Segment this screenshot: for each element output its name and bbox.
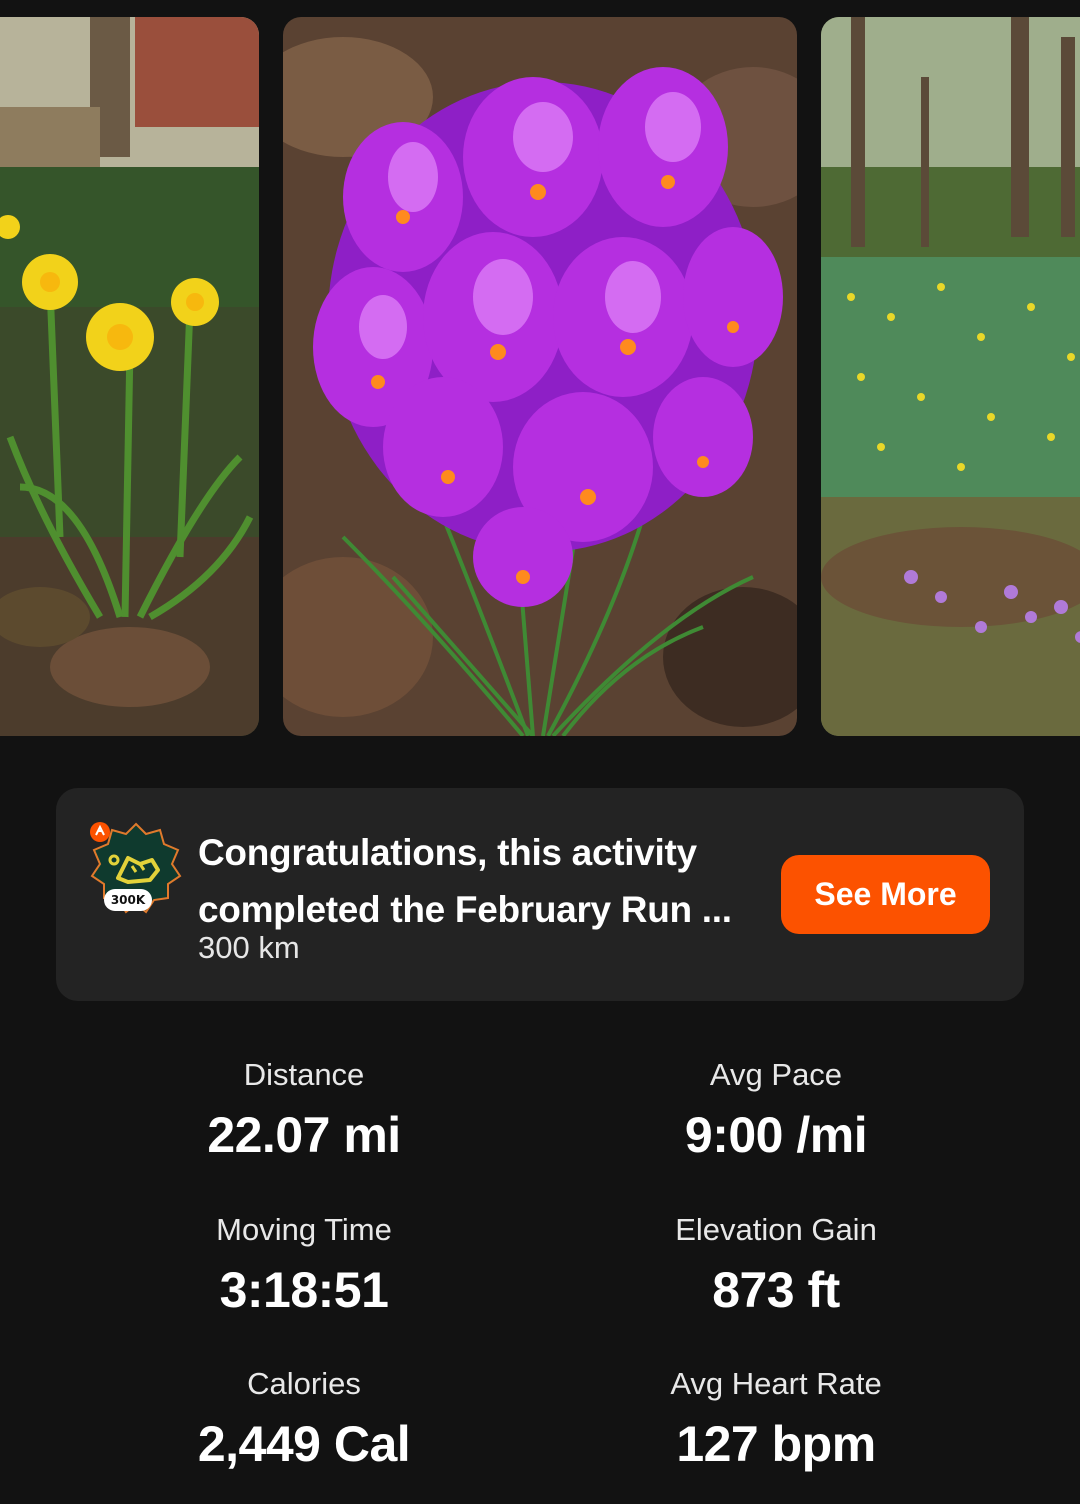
see-more-button[interactable]: See More [781,855,990,934]
stat-distance: Distance 22.07 mi [69,1040,539,1160]
stat-value: 2,449 Cal [197,1416,411,1472]
challenge-distance: 300 km [198,930,300,965]
activity-photo-daffodils[interactable] [0,17,259,736]
stat-label: Avg Heart Rate [670,1366,882,1401]
stat-value: 127 bpm [676,1416,876,1472]
stat-value: 873 ft [712,1262,840,1318]
stat-moving-time: Moving Time 3:18:51 [69,1195,539,1315]
stat-value: 9:00 /mi [684,1107,868,1163]
stat-label: Moving Time [216,1212,392,1247]
stat-avg-heart-rate: Avg Heart Rate 127 bpm [541,1349,1011,1469]
challenge-title-line-1: Congratulations, this activity [198,832,697,873]
stat-elevation-gain: Elevation Gain 873 ft [541,1195,1011,1315]
stat-value: 22.07 mi [207,1107,401,1163]
badge-distance-label: 300K [104,889,152,911]
activity-photo-crocuses[interactable] [283,17,797,736]
stat-avg-pace: Avg Pace 9:00 /mi [541,1040,1011,1160]
stat-value: 3:18:51 [219,1262,389,1318]
challenge-completion-card: 300K Congratulations, this activity comp… [56,788,1024,1001]
stat-label: Avg Pace [709,1057,843,1092]
stat-label: Calories [247,1366,361,1401]
activity-photo-woodland[interactable] [821,17,1080,736]
stat-label: Elevation Gain [675,1212,877,1247]
running-shoe-badge-icon: 300K [88,820,184,916]
stat-label: Distance [243,1057,365,1092]
photo-carousel[interactable] [0,0,1080,736]
challenge-title: Congratulations, this activity completed… [198,824,758,938]
stat-calories: Calories 2,449 Cal [69,1349,539,1469]
